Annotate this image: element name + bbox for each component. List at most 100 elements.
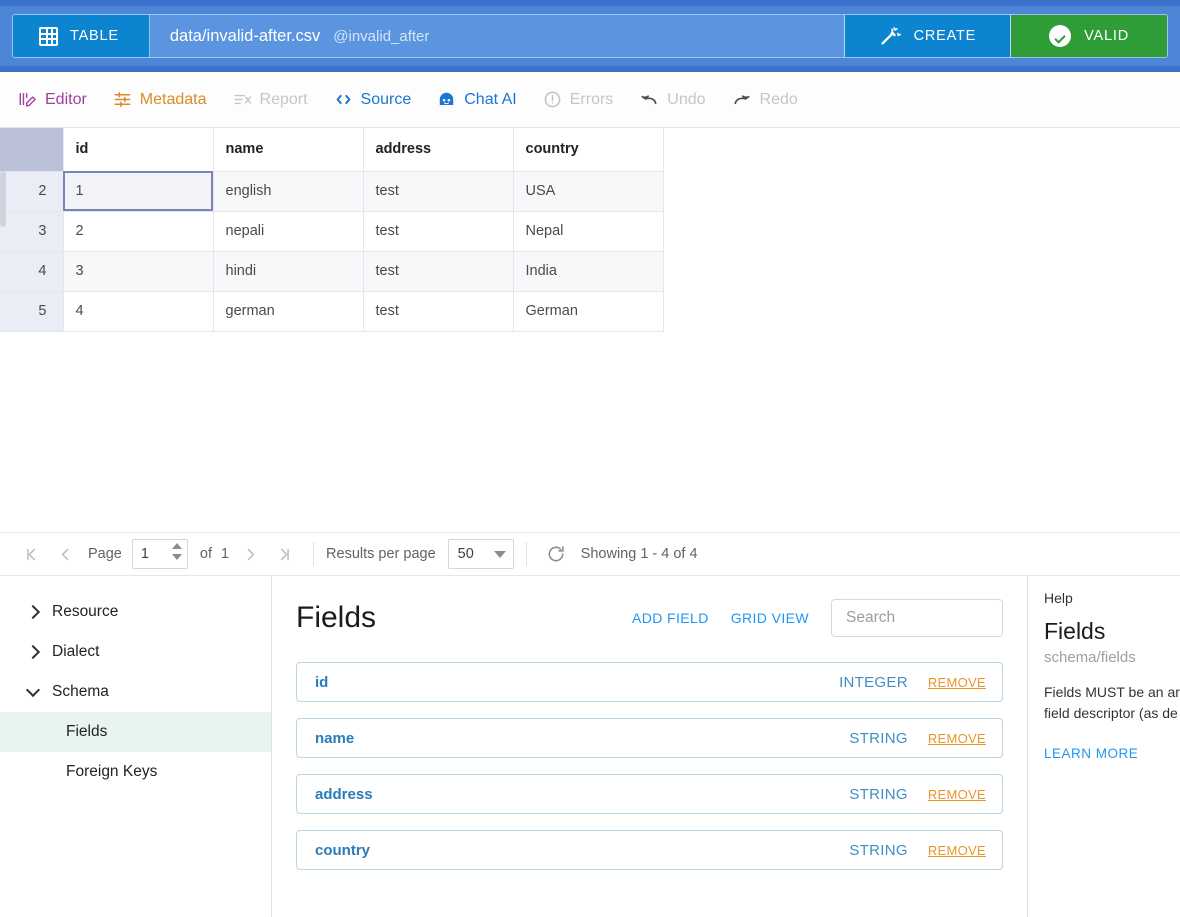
field-type: STRING	[849, 729, 908, 747]
toolbar-item-chat-ai[interactable]: Chat AI	[437, 90, 517, 109]
field-row-country[interactable]: country STRING REMOVE	[296, 830, 1003, 870]
prev-page-icon[interactable]	[48, 537, 82, 571]
results-per-page-label: Results per page	[326, 546, 436, 562]
remove-field-button[interactable]: REMOVE	[928, 675, 986, 690]
table-row[interactable]: 4 3 hindi test India	[0, 251, 664, 292]
toolbar-item-chat-ai-label: Chat AI	[464, 90, 517, 108]
cell-name[interactable]: nepali	[213, 211, 364, 252]
stepper-down-icon[interactable]	[171, 554, 182, 560]
validation-status-button[interactable]: VALID	[1010, 15, 1167, 57]
cell-address[interactable]: test	[363, 291, 514, 332]
undo-icon	[639, 90, 659, 110]
grid-view-button[interactable]: GRID VIEW	[731, 610, 809, 626]
sidebar-item-dialect[interactable]: Dialect	[0, 632, 271, 672]
cell-country[interactable]: German	[513, 291, 664, 332]
pager-divider-1	[313, 542, 315, 566]
toolbar-item-errors-label: Errors	[569, 90, 614, 108]
chevron-down-icon	[25, 682, 41, 698]
column-header-address[interactable]: address	[363, 128, 514, 172]
next-page-icon[interactable]	[233, 537, 267, 571]
page-number-stepper[interactable]	[171, 543, 182, 560]
field-type: STRING	[849, 785, 908, 803]
sidebar-item-label: Schema	[52, 683, 109, 700]
grid-vertical-scrollbar[interactable]	[0, 171, 6, 227]
create-button[interactable]: CREATE	[843, 15, 1011, 57]
toolbar-item-source-label: Source	[360, 90, 412, 108]
cell-address[interactable]: test	[363, 211, 514, 252]
sidebar-item-foreign-keys[interactable]: Foreign Keys	[0, 752, 271, 792]
cell-id[interactable]: 2	[63, 211, 214, 252]
metadata-icon	[113, 90, 132, 109]
cell-name[interactable]: german	[213, 291, 364, 332]
toolbar-item-editor[interactable]: Editor	[18, 90, 87, 109]
field-row-address[interactable]: address STRING REMOVE	[296, 774, 1003, 814]
last-page-icon[interactable]	[267, 537, 301, 571]
cell-id[interactable]: 4	[63, 291, 214, 332]
row-number: 2	[0, 171, 64, 212]
column-header-id[interactable]: id	[63, 128, 214, 172]
toolbar-item-errors[interactable]: Errors	[543, 90, 614, 109]
field-name: address	[315, 785, 373, 803]
grid-icon	[39, 26, 58, 46]
page-number-input[interactable]: 1	[131, 539, 188, 569]
remove-field-button[interactable]: REMOVE	[928, 843, 986, 858]
cell-country[interactable]: USA	[513, 171, 664, 212]
table-view-button-label: TABLE	[70, 28, 119, 44]
help-panel: Help Fields schema/fields Fields MUST be…	[1028, 576, 1180, 917]
field-type: STRING	[849, 841, 908, 859]
cell-name[interactable]: hindi	[213, 251, 364, 292]
add-field-button[interactable]: ADD FIELD	[632, 610, 709, 626]
first-page-icon[interactable]	[14, 537, 48, 571]
cell-country[interactable]: Nepal	[513, 211, 664, 252]
stepper-up-icon[interactable]	[171, 543, 182, 549]
create-button-label: CREATE	[913, 28, 977, 44]
field-row-id[interactable]: id INTEGER REMOVE	[296, 662, 1003, 702]
search-box[interactable]	[831, 599, 1003, 637]
cell-name[interactable]: english	[213, 171, 364, 212]
search-input[interactable]	[844, 608, 1002, 628]
toolbar-item-undo[interactable]: Undo	[639, 90, 706, 110]
sidebar-item-fields[interactable]: Fields	[0, 712, 271, 752]
app-header-bar: TABLE data/invalid-after.csv @invalid_af…	[0, 0, 1180, 72]
pager-divider-2	[525, 542, 527, 566]
cell-country[interactable]: India	[513, 251, 664, 292]
cell-address[interactable]: test	[363, 251, 514, 292]
resource-path-field[interactable]: data/invalid-after.csv @invalid_after	[149, 15, 844, 57]
sidebar-item-label: Resource	[52, 603, 119, 620]
learn-more-link[interactable]: LEARN MORE	[1044, 746, 1180, 761]
row-number-header	[0, 128, 64, 172]
toolbar-item-metadata-label: Metadata	[139, 90, 207, 108]
refresh-icon[interactable]	[539, 537, 573, 571]
toolbar-item-metadata[interactable]: Metadata	[113, 90, 207, 109]
field-name: country	[315, 841, 371, 859]
page-number-value: 1	[140, 546, 149, 562]
help-body-line-2: field descriptor (as de	[1044, 705, 1178, 721]
page-total: 1	[220, 546, 230, 562]
cell-id[interactable]: 1	[63, 171, 214, 212]
field-row-name[interactable]: name STRING REMOVE	[296, 718, 1003, 758]
pagination-bar: Page 1 of 1 Results per page 50 Showing …	[0, 532, 1180, 576]
sidebar-item-resource[interactable]: Resource	[0, 592, 271, 632]
chat-ai-icon	[437, 90, 456, 109]
cell-address[interactable]: test	[363, 171, 514, 212]
toolbar-item-redo[interactable]: Redo	[732, 90, 798, 110]
table-row[interactable]: 2 1 english test USA	[0, 171, 664, 212]
chevron-right-icon	[25, 644, 41, 660]
column-header-name[interactable]: name	[213, 128, 364, 172]
resource-alias: @invalid_after	[333, 27, 430, 45]
cell-id[interactable]: 3	[63, 251, 214, 292]
data-grid: id name address country 2 1 english test…	[0, 128, 1180, 532]
table-row[interactable]: 3 2 nepali test Nepal	[0, 211, 664, 252]
column-header-country[interactable]: country	[513, 128, 664, 172]
chevron-right-icon	[25, 604, 41, 620]
sidebar-item-schema[interactable]: Schema	[0, 672, 271, 712]
table-row[interactable]: 5 4 german test German	[0, 291, 664, 332]
remove-field-button[interactable]: REMOVE	[928, 731, 986, 746]
remove-field-button[interactable]: REMOVE	[928, 787, 986, 802]
toolbar-item-report[interactable]: Report	[233, 90, 308, 109]
toolbar-item-redo-label: Redo	[759, 90, 798, 108]
toolbar-item-source[interactable]: Source	[334, 90, 412, 109]
table-view-button[interactable]: TABLE	[13, 15, 150, 57]
results-per-page-select[interactable]: 50	[447, 539, 514, 569]
sidebar-item-label: Dialect	[52, 643, 100, 660]
